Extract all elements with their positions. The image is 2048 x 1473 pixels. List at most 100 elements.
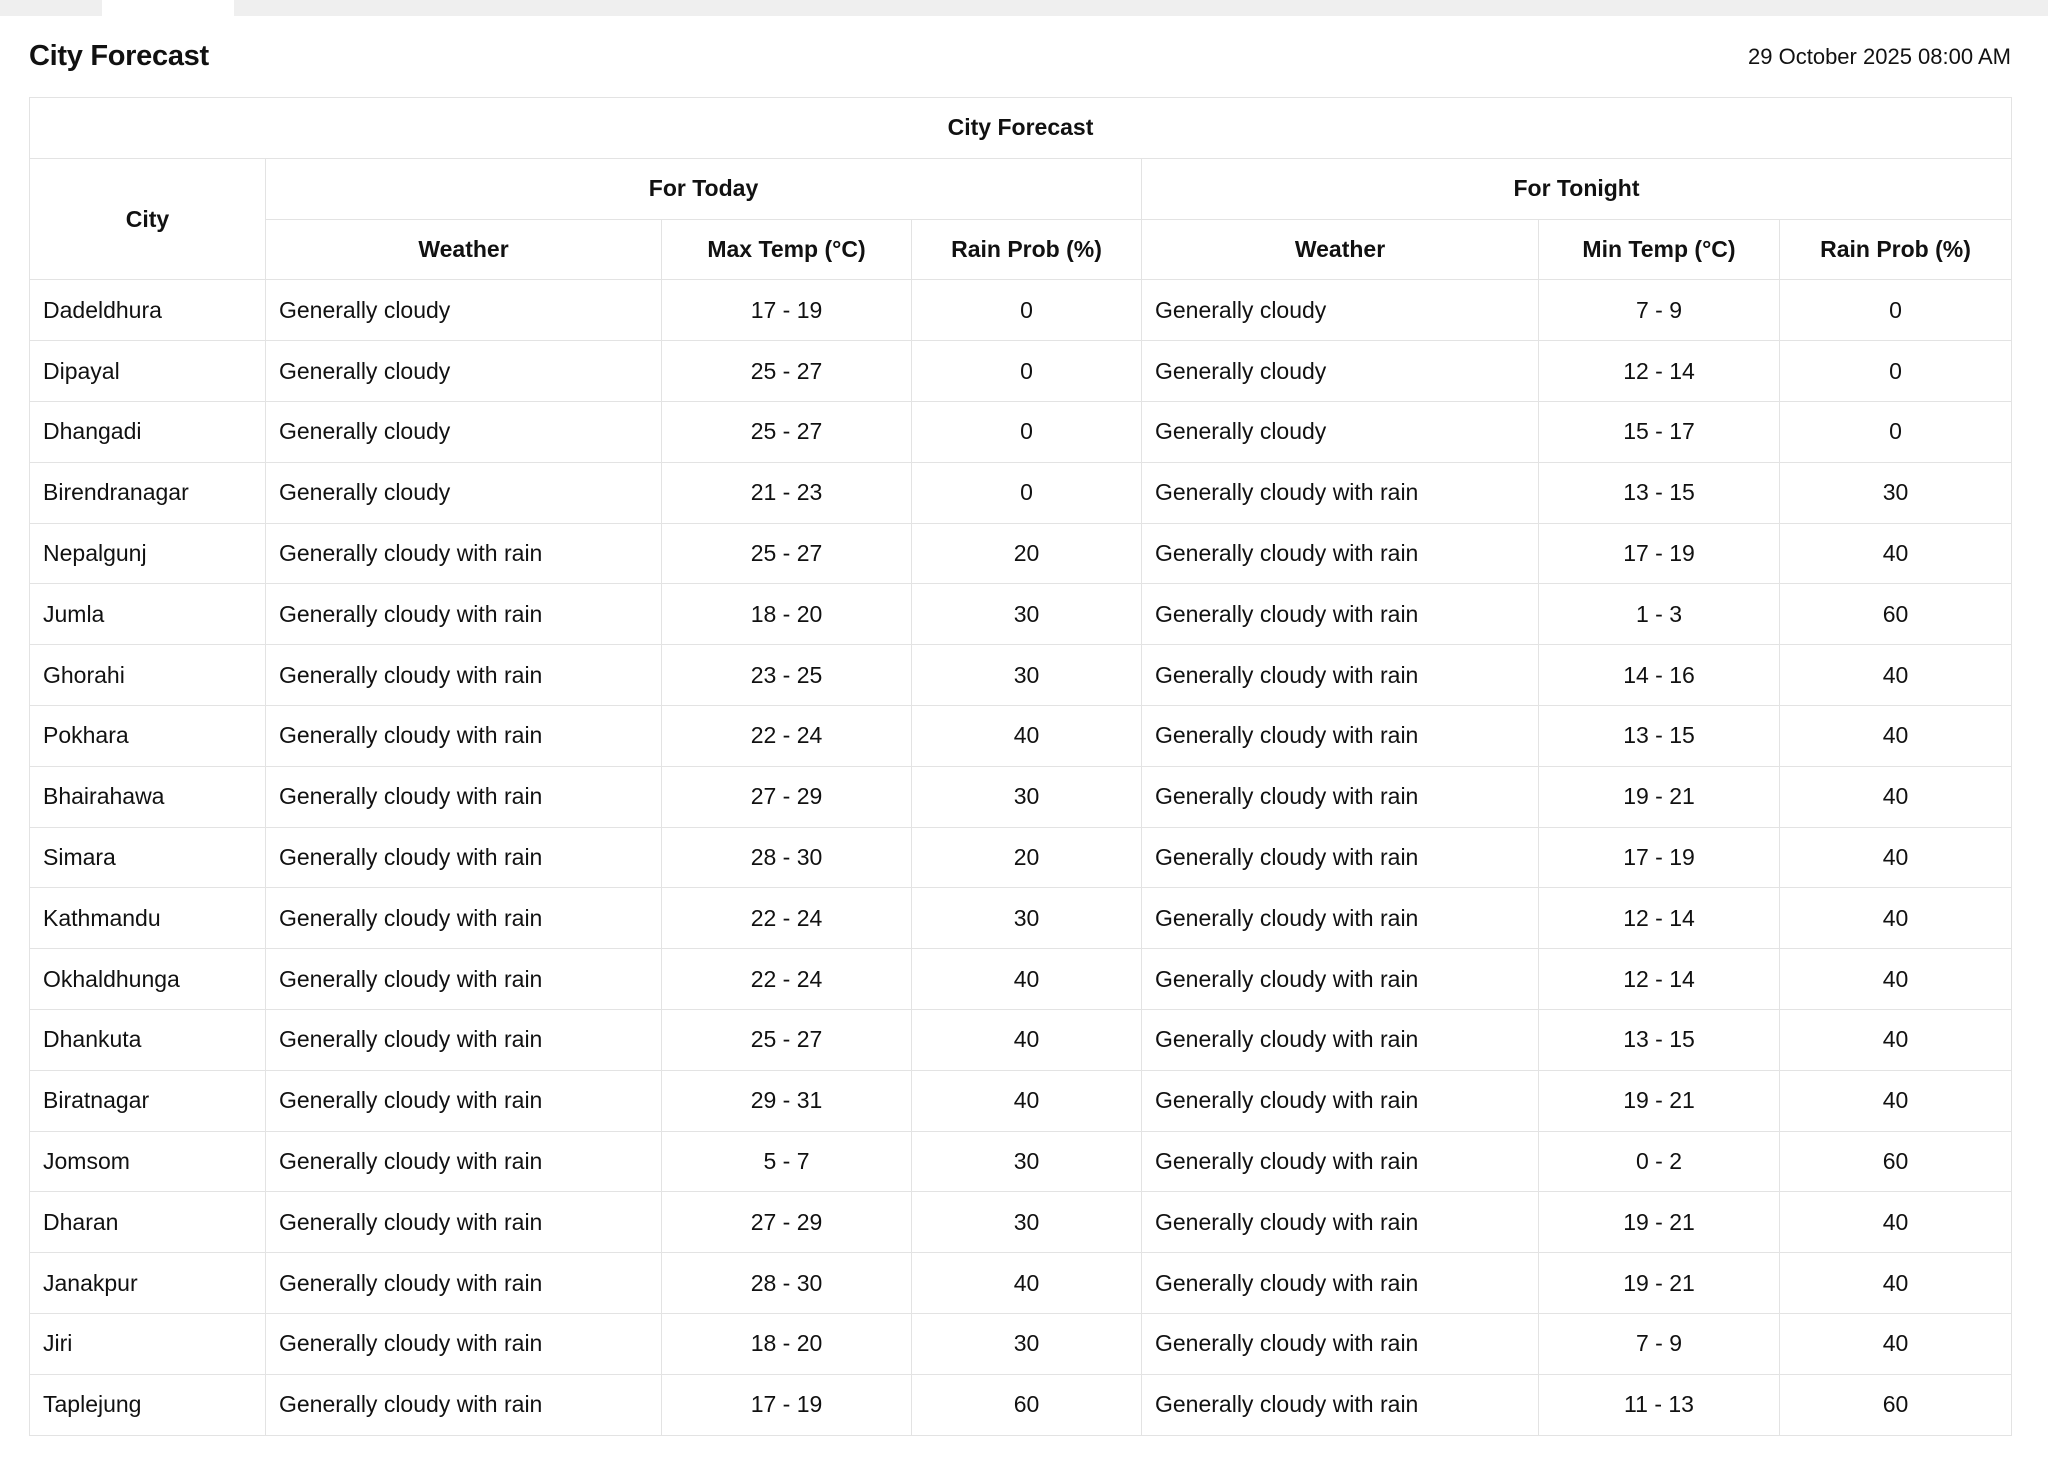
city-cell: Kathmandu	[29, 887, 266, 950]
today-rain-prob-cell: 40	[911, 948, 1142, 1010]
table-row: Dipayal Generally cloudy 25 - 27 0 Generally…	[29, 340, 2013, 402]
table-row: Simara Generally cloudy with rain 28 - 30 2…	[29, 826, 2013, 889]
today-weather-header: Weather	[265, 218, 662, 281]
city-cell: Biratnagar	[29, 1069, 266, 1132]
max-temp-cell: 27 - 29	[661, 1191, 912, 1254]
today-weather-cell: Generally cloudy with rain	[265, 1191, 662, 1254]
min-temp-cell: 12 - 14	[1538, 948, 1780, 1010]
city-cell: Dhangadi	[29, 400, 266, 463]
min-temp-cell: 15 - 17	[1538, 400, 1780, 463]
today-weather-cell: Generally cloudy	[265, 279, 662, 342]
max-temp-cell: 29 - 31	[661, 1069, 912, 1132]
tonight-rain-prob-cell: 40	[1778, 826, 2013, 889]
tonight-weather-header: Weather	[1141, 218, 1539, 281]
city-cell: Janakpur	[29, 1252, 266, 1314]
today-rain-prob-cell: 30	[911, 1312, 1142, 1375]
min-temp-cell: 19 - 21	[1538, 1191, 1780, 1254]
table-header: City Forecast City For Today For Tonight…	[28, 97, 2013, 281]
max-temp-cell: 25 - 27	[661, 522, 912, 585]
min-temp-header: Min Temp (°C)	[1538, 218, 1780, 281]
city-cell: Jomsom	[29, 1130, 266, 1193]
max-temp-cell: 23 - 25	[661, 644, 912, 706]
today-weather-cell: Generally cloudy with rain	[265, 644, 662, 706]
tonight-rain-prob-cell: 40	[1778, 1252, 2013, 1314]
active-tab[interactable]	[102, 0, 234, 16]
city-cell: Dipayal	[29, 340, 266, 402]
tonight-weather-cell: Generally cloudy	[1141, 340, 1539, 402]
city-cell: Nepalgunj	[29, 522, 266, 585]
max-temp-cell: 28 - 30	[661, 1252, 912, 1314]
table-row: Nepalgunj Generally cloudy with rain 25 - …	[29, 522, 2013, 585]
max-temp-cell: 25 - 27	[661, 1008, 912, 1071]
city-cell: Okhaldhunga	[29, 948, 266, 1010]
city-column-header: City	[29, 157, 266, 281]
min-temp-cell: 7 - 9	[1538, 279, 1780, 342]
today-rain-prob-cell: 30	[911, 765, 1142, 828]
today-rain-prob-cell: 0	[911, 279, 1142, 342]
tonight-rain-prob-cell: 40	[1778, 1069, 2013, 1132]
tonight-rain-prob-header: Rain Prob (%)	[1778, 218, 2013, 281]
tonight-weather-cell: Generally cloudy	[1141, 400, 1539, 463]
today-weather-cell: Generally cloudy with rain	[265, 887, 662, 950]
tonight-weather-cell: Generally cloudy with rain	[1141, 644, 1539, 706]
max-temp-cell: 21 - 23	[661, 461, 912, 524]
today-weather-cell: Generally cloudy with rain	[265, 1252, 662, 1314]
today-rain-prob-cell: 0	[911, 461, 1142, 524]
for-tonight-header: For Tonight	[1140, 157, 2013, 220]
max-temp-cell: 27 - 29	[661, 765, 912, 828]
tonight-weather-cell: Generally cloudy with rain	[1141, 1252, 1539, 1314]
max-temp-cell: 18 - 20	[661, 583, 912, 646]
today-weather-cell: Generally cloudy	[265, 400, 662, 463]
city-cell: Taplejung	[29, 1373, 266, 1436]
tonight-weather-cell: Generally cloudy with rain	[1141, 1312, 1539, 1375]
city-forecast-table: City Forecast City For Today For Tonight…	[28, 97, 2013, 1436]
min-temp-cell: 1 - 3	[1538, 583, 1780, 646]
column-header-row: Weather Max Temp (°C) Rain Prob (%) Weat…	[30, 218, 2013, 281]
max-temp-cell: 22 - 24	[661, 704, 912, 767]
city-cell: Birendranagar	[29, 461, 266, 524]
min-temp-cell: 13 - 15	[1538, 461, 1780, 524]
min-temp-cell: 0 - 2	[1538, 1130, 1780, 1193]
today-rain-prob-cell: 40	[911, 1252, 1142, 1314]
min-temp-cell: 13 - 15	[1538, 1008, 1780, 1071]
tonight-rain-prob-cell: 60	[1778, 1130, 2013, 1193]
today-weather-cell: Generally cloudy with rain	[265, 826, 662, 889]
today-rain-prob-cell: 40	[911, 1008, 1142, 1071]
today-weather-cell: Generally cloudy with rain	[265, 583, 662, 646]
max-temp-cell: 25 - 27	[661, 340, 912, 402]
today-weather-cell: Generally cloudy with rain	[265, 1373, 662, 1436]
tonight-weather-cell: Generally cloudy with rain	[1141, 826, 1539, 889]
tonight-weather-cell: Generally cloudy with rain	[1141, 1008, 1539, 1071]
table-row: Dhankuta Generally cloudy with rain 25 - 2…	[29, 1008, 2013, 1071]
tonight-rain-prob-cell: 40	[1778, 644, 2013, 706]
tonight-rain-prob-cell: 40	[1778, 887, 2013, 950]
today-rain-prob-cell: 0	[911, 400, 1142, 463]
today-rain-prob-cell: 30	[911, 644, 1142, 706]
today-rain-prob-cell: 30	[911, 887, 1142, 950]
tonight-rain-prob-cell: 0	[1778, 340, 2013, 402]
min-temp-cell: 17 - 19	[1538, 522, 1780, 585]
caption-row: City Forecast	[28, 97, 2013, 159]
today-weather-cell: Generally cloudy with rain	[265, 765, 662, 828]
tonight-rain-prob-cell: 60	[1778, 1373, 2013, 1436]
table-caption: City Forecast	[28, 97, 2013, 159]
table-row: Dhangadi Generally cloudy 25 - 27 0 Generall…	[29, 400, 2013, 463]
min-temp-cell: 7 - 9	[1538, 1312, 1780, 1375]
tonight-weather-cell: Generally cloudy with rain	[1141, 704, 1539, 767]
max-temp-cell: 17 - 19	[661, 1373, 912, 1436]
top-tab-strip	[0, 0, 2048, 16]
today-weather-cell: Generally cloudy	[265, 340, 662, 402]
forecast-timestamp: 29 October 2025 08:00 AM	[1748, 44, 2011, 69]
today-weather-cell: Generally cloudy with rain	[265, 1312, 662, 1375]
min-temp-cell: 19 - 21	[1538, 765, 1780, 828]
tonight-rain-prob-cell: 40	[1778, 522, 2013, 585]
max-temp-cell: 22 - 24	[661, 887, 912, 950]
today-rain-prob-header: Rain Prob (%)	[911, 218, 1142, 281]
tonight-rain-prob-cell: 40	[1778, 948, 2013, 1010]
min-temp-cell: 13 - 15	[1538, 704, 1780, 767]
today-rain-prob-cell: 0	[911, 340, 1142, 402]
tonight-weather-cell: Generally cloudy with rain	[1141, 1191, 1539, 1254]
today-weather-cell: Generally cloudy	[265, 461, 662, 524]
max-temp-cell: 17 - 19	[661, 279, 912, 342]
today-rain-prob-cell: 40	[911, 1069, 1142, 1132]
